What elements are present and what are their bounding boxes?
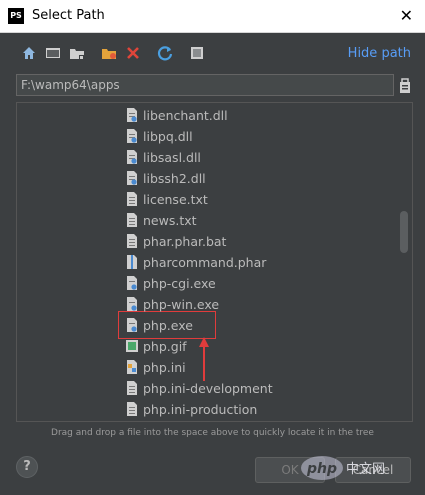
path-field[interactable]: F:\wamp64\apps xyxy=(16,74,394,96)
tree-item-label: libpq.dll xyxy=(143,128,193,144)
tree-item-label: php.gif xyxy=(143,338,187,354)
archive-file-icon xyxy=(125,254,139,270)
tree-item-label: phar.phar.bat xyxy=(143,233,227,249)
watermark-subtext: 中文网 xyxy=(346,462,385,477)
text-file-icon xyxy=(125,212,139,228)
annotation-arrow-icon xyxy=(199,337,209,381)
tree-item-label: php-cgi.exe xyxy=(143,275,216,291)
text-file-icon xyxy=(125,401,139,417)
tree-item-label: libsasl.dll xyxy=(143,149,201,165)
tree-item-label: php-win.exe xyxy=(143,296,220,312)
close-icon[interactable]: ✕ xyxy=(400,6,413,25)
tree-item-label: news.txt xyxy=(143,212,197,228)
project-folder-icon[interactable] xyxy=(68,44,86,62)
tree-item-label: php.ini-production xyxy=(143,401,258,417)
exe-file-icon xyxy=(125,317,139,333)
tree-item-label: license.txt xyxy=(143,191,208,207)
tree-item-label: php.ini xyxy=(143,359,186,375)
dll-file-icon xyxy=(125,170,139,186)
tree-item[interactable]: php.gif xyxy=(125,336,187,356)
tree-item-label: libssh2.dll xyxy=(143,170,206,186)
tree-item[interactable]: php-cgi.exe xyxy=(125,273,216,293)
watermark-logo-text: php xyxy=(306,461,337,477)
tree-item[interactable]: libenchant.dll xyxy=(125,105,228,125)
tree-item[interactable]: pharcommand.phar xyxy=(125,252,266,272)
tree-item[interactable]: phar.phar.bat xyxy=(125,231,226,251)
tree-item[interactable]: php.ini-development xyxy=(125,378,273,398)
help-button[interactable]: ? xyxy=(16,456,38,478)
tree-item[interactable]: php.exe xyxy=(125,315,193,335)
home-icon[interactable] xyxy=(20,44,38,62)
tree-item-label: pharcommand.phar xyxy=(143,254,267,270)
phpstorm-logo-icon: PS xyxy=(8,8,24,24)
text-file-icon xyxy=(125,233,139,249)
path-input[interactable]: F:\wamp64\apps xyxy=(21,78,120,92)
new-folder-icon[interactable] xyxy=(100,44,118,62)
text-file-icon xyxy=(125,191,139,207)
text-file-icon xyxy=(125,380,139,396)
tree-item[interactable]: libssh2.dll xyxy=(125,168,206,188)
tree-item-label: libenchant.dll xyxy=(143,107,228,123)
tree-item[interactable]: libsasl.dll xyxy=(125,147,201,167)
image-file-icon xyxy=(125,338,139,354)
window-title: Select Path xyxy=(32,8,105,23)
tree-item[interactable]: libpq.dll xyxy=(125,126,193,146)
dll-file-icon xyxy=(125,128,139,144)
php-watermark: php 中文网 xyxy=(301,456,385,480)
ini-file-icon xyxy=(125,359,139,375)
path-history-icon[interactable] xyxy=(398,76,412,94)
toolbar: Hide path xyxy=(16,42,411,66)
tree-item-label: php.exe xyxy=(143,317,193,333)
tree-item[interactable]: license.txt xyxy=(125,189,208,209)
drag-drop-hint: Drag and drop a file into the space abov… xyxy=(51,428,374,438)
file-tree[interactable]: libenchant.dll libpq.dll libsasl.dll libssh… xyxy=(16,102,413,422)
refresh-icon[interactable] xyxy=(156,44,174,62)
delete-icon[interactable] xyxy=(124,44,142,62)
dll-file-icon xyxy=(125,107,139,123)
tree-item[interactable]: php-win.exe xyxy=(125,294,219,314)
show-hidden-icon[interactable] xyxy=(188,44,206,62)
title-bar: PS Select Path ✕ xyxy=(0,0,425,33)
exe-file-icon xyxy=(125,275,139,291)
tree-item[interactable]: php.ini xyxy=(125,357,186,377)
tree-scrollbar[interactable] xyxy=(400,211,408,253)
dll-file-icon xyxy=(125,149,139,165)
tree-item[interactable]: php.ini-production xyxy=(125,399,257,419)
hide-path-link[interactable]: Hide path xyxy=(348,46,411,61)
tree-item[interactable]: news.txt xyxy=(125,210,197,230)
desktop-icon[interactable] xyxy=(44,44,62,62)
exe-file-icon xyxy=(125,296,139,312)
tree-item-label: php.ini-development xyxy=(143,380,273,396)
